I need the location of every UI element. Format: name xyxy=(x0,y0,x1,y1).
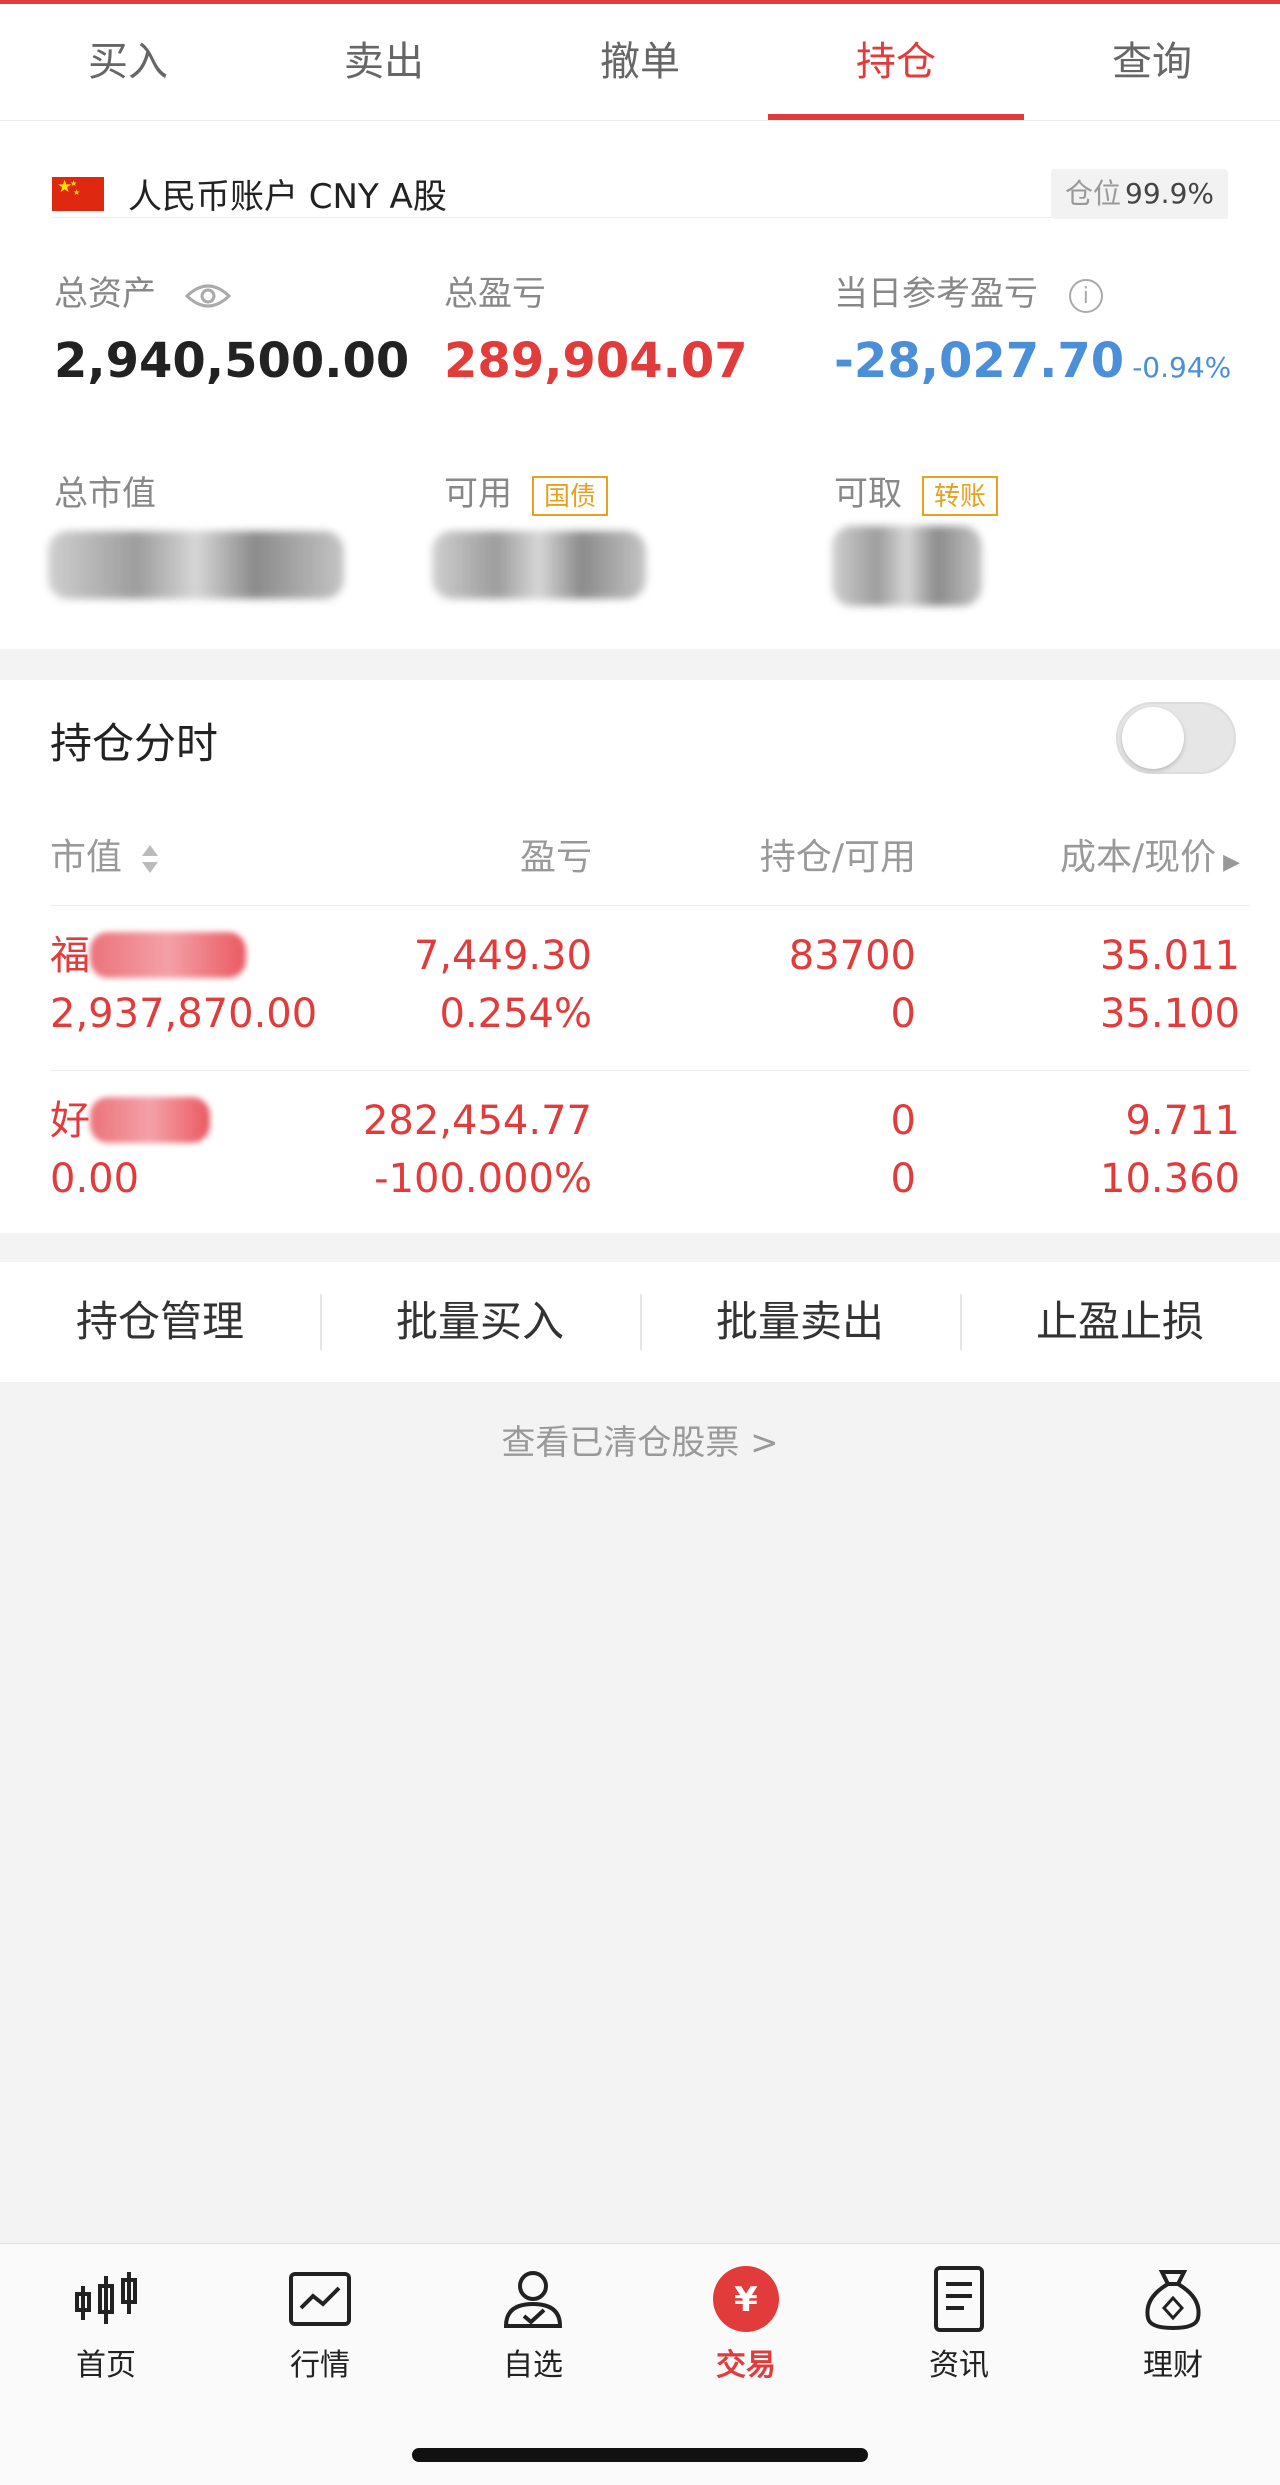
nav-market[interactable]: 行情 xyxy=(230,2264,410,2384)
nav-trade[interactable]: ¥ 交易 xyxy=(656,2264,836,2384)
market-value-label: 总市值 xyxy=(54,474,156,514)
nav-news[interactable]: 资讯 xyxy=(869,2264,1049,2384)
market-value-redacted xyxy=(48,531,344,599)
row2-cost: 9.711 xyxy=(1125,1098,1240,1144)
position-badge: 仓位 99.9% xyxy=(1051,169,1228,219)
tab-sell[interactable]: 卖出 xyxy=(256,4,512,120)
daily-pl: 当日参考盈亏 i -28,027.70 -0.94% xyxy=(834,266,1231,389)
row1-market-value: 2,937,870.00 xyxy=(50,991,318,1037)
trade-tabs: 买入 卖出 撤单 持仓 查询 xyxy=(0,4,1280,121)
china-flag-icon: ★ ★ ★ xyxy=(52,177,104,211)
header-cost[interactable]: 成本/现价 ▶ xyxy=(960,828,1240,888)
nav-watchlist[interactable]: 自选 xyxy=(443,2264,623,2384)
batch-buy-button[interactable]: 批量买入 xyxy=(320,1262,640,1382)
position-label: 仓位 xyxy=(1065,177,1122,210)
total-pl-label: 总盈亏 xyxy=(444,274,546,314)
tab-query[interactable]: 查询 xyxy=(1024,4,1280,120)
total-pl: 总盈亏 289,904.07 xyxy=(444,266,748,389)
account-panel: ★ ★ ★ 人民币账户 CNY A股 仓位 99.9% 总资产 2,940,500.0… xyxy=(0,121,1280,649)
withdrawable-redacted xyxy=(832,526,982,606)
header-market-value[interactable]: 市值 xyxy=(50,828,161,888)
candlestick-icon xyxy=(75,2272,137,2324)
nav-wealth[interactable]: 理财 xyxy=(1083,2264,1263,2384)
holdings-title: 持仓分时 xyxy=(50,719,219,768)
account-row[interactable]: ★ ★ ★ 人民币账户 CNY A股 仓位 99.9% xyxy=(52,147,1228,219)
row2-hold: 0 xyxy=(890,1098,916,1144)
yen-icon: ¥ xyxy=(713,2266,779,2332)
divider xyxy=(50,905,1250,906)
row2-pl-pct: -100.000% xyxy=(374,1156,592,1202)
daily-pl-label: 当日参考盈亏 xyxy=(834,274,1038,314)
eye-icon[interactable] xyxy=(184,282,231,310)
money-bag-icon xyxy=(1145,2270,1201,2331)
manage-holdings-button[interactable]: 持仓管理 xyxy=(0,1262,320,1382)
nav-home[interactable]: 首页 xyxy=(16,2264,196,2384)
row1-name-redacted xyxy=(90,932,246,978)
available-label: 可用 xyxy=(444,474,512,514)
treasury-tag[interactable]: 国债 xyxy=(532,475,609,516)
row1-name[interactable]: 福 xyxy=(50,930,90,982)
row1-hold: 83700 xyxy=(788,933,916,979)
stop-profit-loss-button[interactable]: 止盈止损 xyxy=(960,1262,1280,1382)
user-check-icon xyxy=(503,2271,563,2328)
row2-name-redacted xyxy=(90,1097,210,1143)
total-assets-value: 2,940,500.00 xyxy=(54,333,410,389)
home-indicator[interactable] xyxy=(412,2448,868,2462)
row1-avail: 0 xyxy=(890,991,916,1037)
account-name: 人民币账户 CNY A股 xyxy=(128,177,447,217)
chart-icon xyxy=(289,2272,351,2326)
row1-price: 35.100 xyxy=(1100,991,1240,1037)
cleared-stocks-link[interactable]: 查看已清仓股票 > xyxy=(0,1415,1280,1464)
divider xyxy=(50,1070,1250,1071)
market-value: 总市值 xyxy=(54,466,156,515)
intraday-toggle[interactable] xyxy=(1116,702,1236,774)
row2-price: 10.360 xyxy=(1100,1156,1240,1202)
withdrawable: 可取 转账 xyxy=(834,466,999,516)
tab-holdings[interactable]: 持仓 xyxy=(768,4,1024,120)
row1-pl-pct: 0.254% xyxy=(439,991,592,1037)
holdings-section: 持仓分时 市值 盈亏 持仓/可用 成本/现价 ▶ 福 2,937,870.00 … xyxy=(0,680,1280,1233)
daily-pl-pct: -0.94% xyxy=(1132,351,1232,384)
transfer-tag[interactable]: 转账 xyxy=(922,475,999,516)
header-hold: 持仓/可用 xyxy=(759,837,916,878)
total-pl-value: 289,904.07 xyxy=(444,333,748,389)
row2-market-value: 0.00 xyxy=(50,1156,140,1202)
document-icon xyxy=(934,2266,984,2332)
svg-text:¥: ¥ xyxy=(734,2280,758,2320)
total-assets: 总资产 2,940,500.00 xyxy=(54,266,409,389)
row1-cost: 35.011 xyxy=(1100,933,1240,979)
row2-avail: 0 xyxy=(890,1156,916,1202)
info-icon[interactable]: i xyxy=(1068,278,1103,313)
total-assets-label: 总资产 xyxy=(54,274,156,314)
row1-pl: 7,449.30 xyxy=(413,933,592,979)
tab-buy[interactable]: 买入 xyxy=(0,4,256,120)
available: 可用 国债 xyxy=(444,466,609,516)
position-value: 99.9% xyxy=(1125,177,1214,210)
withdrawable-label: 可取 xyxy=(834,474,902,514)
row2-pl: 282,454.77 xyxy=(362,1098,592,1144)
holdings-actions: 持仓管理 批量买入 批量卖出 止盈止损 xyxy=(0,1262,1280,1382)
tab-cancel[interactable]: 撤单 xyxy=(512,4,768,120)
row2-name[interactable]: 好 xyxy=(50,1095,90,1147)
available-redacted xyxy=(432,531,646,599)
header-pl: 盈亏 xyxy=(519,837,592,878)
sort-icon xyxy=(142,845,159,873)
batch-sell-button[interactable]: 批量卖出 xyxy=(640,1262,960,1382)
daily-pl-value: -28,027.70 xyxy=(834,333,1125,389)
